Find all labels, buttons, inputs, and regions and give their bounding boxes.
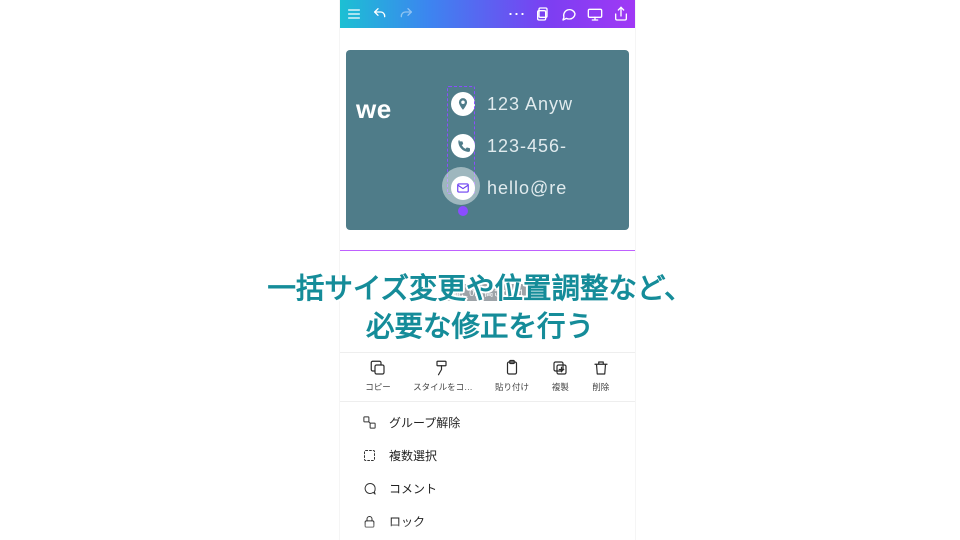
menu-ungroup[interactable]: グループ解除 [340,406,635,439]
menu-multi-select-label: 複数選択 [389,447,437,464]
action-copy[interactable]: コピー [365,359,391,393]
action-copy-label: コピー [365,381,391,393]
action-paste[interactable]: 貼り付け [495,359,529,393]
device-frame: ⋯ we [340,0,635,540]
menu-multi-select[interactable]: 複数選択 [340,439,635,472]
action-paste-label: 貼り付け [495,381,529,393]
more-icon[interactable]: ⋯ [509,6,525,22]
context-menu-list: グループ解除 複数選択 コメント ロック タイミングを表示 [340,402,635,540]
menu-icon[interactable] [346,6,362,22]
redo-icon[interactable] [398,6,414,22]
contact-row-phone[interactable]: 123-456- [449,132,573,160]
present-icon[interactable] [587,6,603,22]
action-duplicate-label: 複製 [552,381,569,393]
context-action-row: コピー スタイルをコ… 貼り付け 複製 削除 [340,353,635,402]
mail-icon[interactable] [449,174,477,202]
menu-comment-label: コメント [389,480,437,497]
pages-icon[interactable] [535,6,551,22]
size-indicator: 幅：0.3 高さ：1.1 [445,284,530,301]
action-delete-label: 削除 [592,381,609,393]
menu-lock[interactable]: ロック [340,505,635,538]
selection-handle[interactable] [458,206,468,216]
action-delete[interactable]: 削除 [592,359,610,393]
share-icon[interactable] [613,6,629,22]
stage: ⋯ we [0,0,960,540]
contact-row-email[interactable]: hello@re [449,174,573,202]
top-toolbar: ⋯ [340,0,635,28]
action-copy-style[interactable]: スタイルをコ… [413,359,473,393]
comment-icon[interactable] [561,6,577,22]
contact-phone-text: 123-456- [487,136,567,157]
undo-icon[interactable] [372,6,388,22]
menu-ungroup-label: グループ解除 [389,414,460,431]
alignment-guide [340,250,635,251]
contact-address-text: 123 Anyw [487,94,573,115]
menu-lock-label: ロック [389,513,425,530]
context-panel: コピー スタイルをコ… 貼り付け 複製 削除 [340,352,635,540]
canvas-area[interactable]: we 123 Anyw [340,50,635,374]
design-card: we 123 Anyw [346,50,629,230]
menu-comment[interactable]: コメント [340,472,635,505]
contact-list: 123 Anyw 123-456- [449,90,573,202]
pin-icon[interactable] [449,90,477,118]
phone-icon[interactable] [449,132,477,160]
action-duplicate[interactable]: 複製 [551,359,569,393]
action-copy-style-label: スタイルをコ… [413,381,473,393]
card-brand-text: we [356,94,392,125]
contact-email-text: hello@re [487,178,567,199]
contact-row-address[interactable]: 123 Anyw [449,90,573,118]
